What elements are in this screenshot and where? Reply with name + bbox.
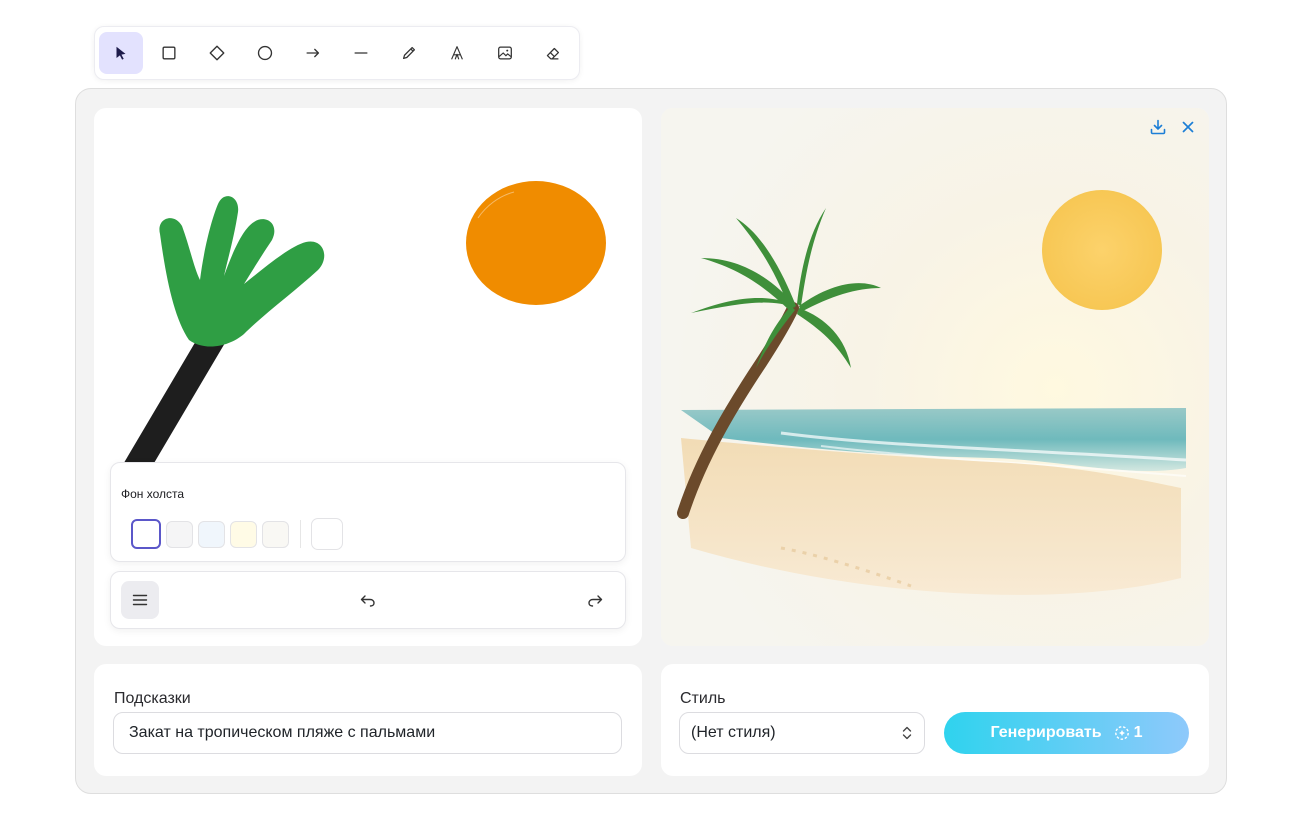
editor-workspace: Фон холста Подсказки Закат на тропическо… xyxy=(75,88,1227,794)
close-result-button[interactable] xyxy=(1175,116,1201,138)
generate-button[interactable]: Генерировать 1 xyxy=(944,712,1189,754)
arrow-tool-button[interactable] xyxy=(291,32,335,74)
generated-beach-image xyxy=(661,108,1209,646)
ellipse-tool-button[interactable] xyxy=(243,32,287,74)
download-button[interactable] xyxy=(1145,116,1171,138)
line-tool-button[interactable] xyxy=(339,32,383,74)
credit-icon xyxy=(1114,726,1129,740)
palm-trunk-stroke xyxy=(123,323,227,481)
sketch-drawing xyxy=(123,181,606,481)
redo-icon xyxy=(588,595,603,607)
canvas-footer-bar xyxy=(110,571,626,629)
text-tool-button[interactable] xyxy=(435,32,479,74)
line-icon xyxy=(354,52,368,54)
eraser-tool-button[interactable] xyxy=(531,32,575,74)
credit-cost: 1 xyxy=(1114,724,1143,742)
draw-tool-button[interactable] xyxy=(387,32,431,74)
swatch-divider xyxy=(300,520,301,548)
image-tool-button[interactable] xyxy=(483,32,527,74)
pencil-icon xyxy=(402,46,416,60)
cursor-arrow-icon xyxy=(116,46,126,60)
chevron-up-down-icon xyxy=(902,726,912,740)
image-icon xyxy=(498,46,512,60)
generated-image-panel xyxy=(661,108,1209,646)
undo-button[interactable] xyxy=(354,588,382,612)
menu-button[interactable] xyxy=(121,581,159,619)
redo-button[interactable] xyxy=(581,588,609,612)
square-icon xyxy=(162,46,176,60)
circle-icon xyxy=(257,45,273,61)
result-actions xyxy=(1141,116,1201,138)
sketch-canvas[interactable]: Фон холста xyxy=(94,108,642,646)
eraser-icon xyxy=(546,47,560,60)
canvas-background-popover: Фон холста xyxy=(110,462,626,562)
sun-stroke xyxy=(466,181,606,305)
prompt-panel: Подсказки xyxy=(94,664,642,776)
swatch-white[interactable] xyxy=(131,519,161,549)
download-icon xyxy=(1150,119,1166,135)
hamburger-menu-icon xyxy=(132,594,148,606)
diamond-icon xyxy=(209,45,225,61)
text-icon xyxy=(451,46,463,60)
diamond-tool-button[interactable] xyxy=(195,32,239,74)
close-icon xyxy=(1182,121,1194,133)
undo-icon xyxy=(360,595,375,607)
background-swatches xyxy=(131,518,348,550)
swatch-light-gray[interactable] xyxy=(166,520,193,548)
palm-leaves-stroke xyxy=(159,196,325,347)
swatch-light-beige[interactable] xyxy=(262,520,289,548)
style-label: Стиль xyxy=(680,690,726,707)
credit-count: 1 xyxy=(1133,724,1143,741)
custom-color-swatch[interactable] xyxy=(311,518,343,550)
swatch-light-yellow[interactable] xyxy=(230,520,257,548)
arrow-right-icon xyxy=(306,48,320,58)
rectangle-tool-button[interactable] xyxy=(147,32,191,74)
prompt-label: Подсказки xyxy=(114,690,191,707)
swatch-light-blue[interactable] xyxy=(198,520,225,548)
prompt-input[interactable] xyxy=(113,712,622,754)
style-panel: Стиль (Нет стиля) Генерировать 1 xyxy=(661,664,1209,776)
generate-label: Генерировать xyxy=(990,724,1102,741)
canvas-background-title: Фон холста xyxy=(121,487,185,501)
style-select[interactable]: (Нет стиля) xyxy=(679,712,925,754)
drawing-toolbar xyxy=(94,26,580,80)
select-tool-button[interactable] xyxy=(99,32,143,74)
style-select-value: (Нет стиля) xyxy=(691,724,776,741)
